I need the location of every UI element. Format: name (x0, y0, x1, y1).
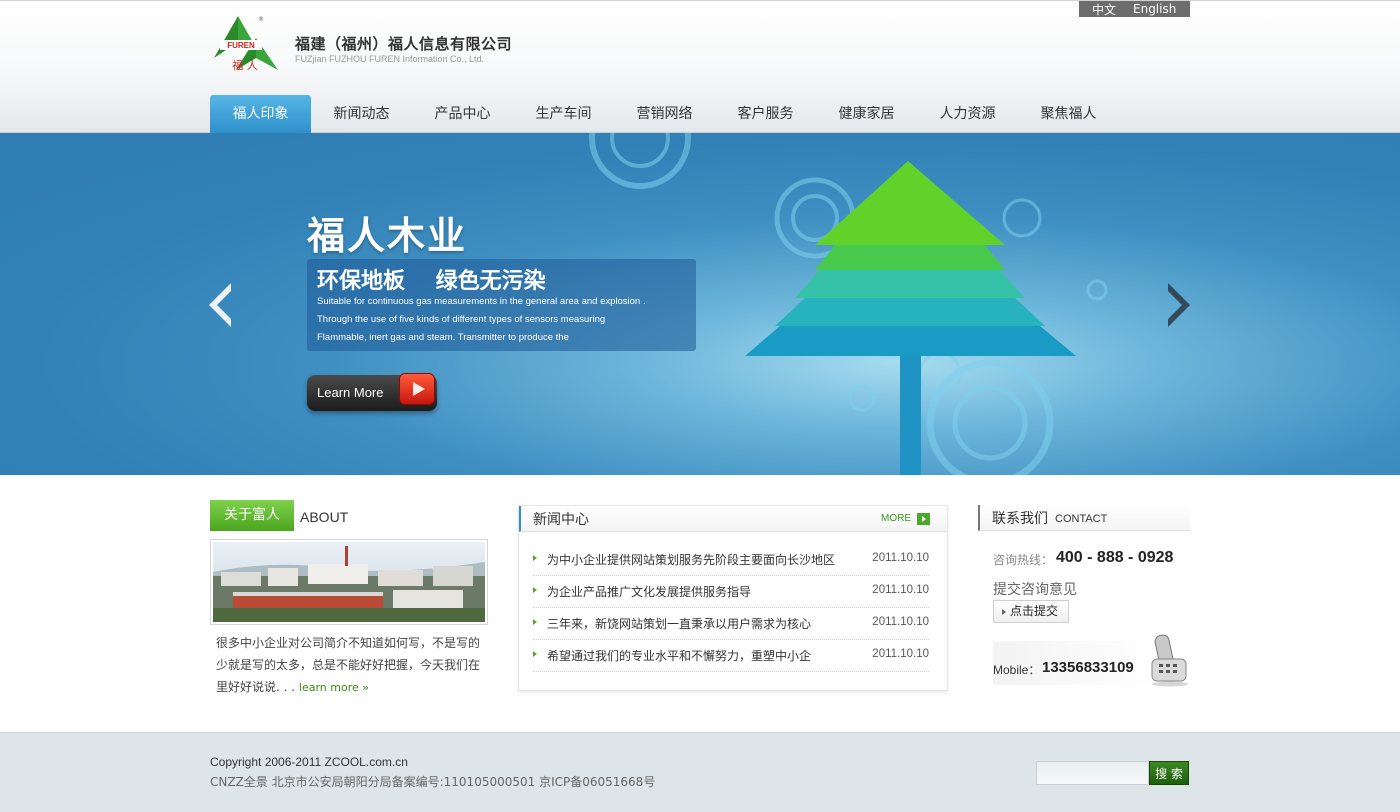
news-list: 为中小企业提供网站策划服务先阶段主要面向长沙地区 2011.10.10 为企业产… (533, 544, 929, 672)
hotline-label: 咨询热线： (993, 553, 1054, 567)
main-nav: 福人印象 新闻动态 产品中心 生产车间 营销网络 客户服务 健康家居 人力资源 … (210, 95, 1119, 134)
copyright-text: Copyright 2006-2011 ZCOOL.com.cn (210, 755, 408, 769)
mobile-label: Mobile： (993, 663, 1041, 677)
icp-text: CNZZ全景 北京市公安局朝阳分局备案编号:110105000501 京ICP备… (210, 775, 656, 789)
nav-item-news[interactable]: 新闻动态 (311, 95, 412, 134)
news-item-title[interactable]: 为中小企业提供网站策划服务先阶段主要面向长沙地区 (547, 551, 835, 568)
banner-desc-line: Flammable, inert gas and steam. Transmit… (317, 332, 569, 343)
news-header: 新闻中心 MORE (519, 506, 947, 532)
company-name-cn: 福建（福州）福人信息有限公司 (295, 35, 513, 53)
play-icon (399, 373, 435, 405)
bullet-icon (533, 619, 537, 625)
nav-item-products[interactable]: 产品中心 (412, 95, 513, 134)
news-item-date: 2011.10.10 (872, 648, 929, 660)
site-footer: Copyright 2006-2011 ZCOOL.com.cn CNZZ全景 … (0, 732, 1400, 812)
nav-item-focus[interactable]: 聚焦福人 (1018, 95, 1119, 134)
consult-label: 提交咨询意见 (993, 582, 1077, 598)
news-title: 新闻中心 (533, 512, 589, 528)
about-tab: 关于富人 (210, 500, 294, 531)
about-photo (210, 539, 488, 625)
learn-more-label: Learn More (317, 385, 384, 400)
language-switcher: 中文 English (1079, 1, 1190, 17)
banner-desc-line: Suitable for continuous gas measurements… (317, 296, 646, 307)
company-name-en: FUZjian FUZHOU FUREN Information Co., Lt… (295, 54, 485, 64)
nav-item-hr[interactable]: 人力资源 (917, 95, 1018, 134)
lang-english-link[interactable]: English (1127, 2, 1176, 16)
nav-item-workshop[interactable]: 生产车间 (513, 95, 614, 134)
banner-desc-line: Through the use of five kinds of differe… (317, 314, 606, 325)
news-item-date: 2011.10.10 (872, 552, 929, 564)
news-item-title[interactable]: 希望通过我们的专业水平和不懈努力，重塑中小企 (547, 647, 811, 664)
about-text: 很多中小企业对公司简介不知道如何写，不是写的少就是写的太多，总是不能好好把握，今… (216, 632, 488, 699)
company-logo[interactable]: FUREN 福 人 ® (210, 14, 282, 72)
mobile-row: Mobile： 13356833109 (993, 641, 1158, 685)
news-more-link[interactable]: MORE (881, 513, 911, 524)
nav-item-impression[interactable]: 福人印象 (210, 95, 311, 134)
news-list-item[interactable]: 为中小企业提供网站策划服务先阶段主要面向长沙地区 2011.10.10 (533, 544, 929, 576)
banner-text-box: 环保地板 绿色无污染 Suitable for continuous gas m… (307, 259, 696, 351)
mobile-number: 13356833109 (1042, 659, 1134, 676)
banner-subtitle: 环保地板 绿色无污染 (317, 269, 546, 294)
news-item-date: 2011.10.10 (872, 616, 929, 628)
news-item-title[interactable]: 三年来，新饶网站策划一直秉承以用户需求为核心 (547, 615, 811, 632)
bullet-icon (533, 555, 537, 561)
lang-chinese-link[interactable]: 中文 (1079, 1, 1127, 18)
contact-panel: 联系我们 CONTACT 咨询热线： 400 - 888 - 0928 提交咨询… (978, 505, 1190, 695)
logo-text: FUREN (227, 41, 255, 50)
more-arrow-icon[interactable] (917, 513, 930, 525)
hotline-number: 400 - 888 - 0928 (1056, 549, 1174, 566)
hero-banner: 福人木业 环保地板 绿色无污染 Suitable for continuous … (0, 133, 1400, 475)
contact-title: 联系我们 (992, 511, 1048, 527)
submit-inquiry-button[interactable]: 点击提交 (993, 600, 1069, 623)
contact-header: 联系我们 CONTACT (978, 505, 1190, 531)
banner-description: Suitable for continuous gas measurements… (317, 293, 645, 347)
contact-title-en: CONTACT (1055, 513, 1108, 525)
logo-cn-text: 福 人 (232, 58, 258, 72)
slider-next-arrow-icon[interactable] (1166, 283, 1190, 327)
news-panel: 新闻中心 MORE 为中小企业提供网站策划服务先阶段主要面向长沙地区 2011.… (518, 505, 948, 691)
nav-item-marketing[interactable]: 营销网络 (614, 95, 715, 134)
banner-title: 福人木业 (307, 214, 468, 258)
nav-item-home[interactable]: 健康家居 (816, 95, 917, 134)
nav-item-service[interactable]: 客户服务 (715, 95, 816, 134)
site-header: 中文 English FUREN 福 人 ® 福建（福州）福人信息有限公司 FU… (0, 0, 1400, 134)
registered-mark: ® (258, 16, 264, 23)
news-list-item[interactable]: 为企业产品推广文化发展提供服务指导 2011.10.10 (533, 576, 929, 608)
factory-image (213, 542, 485, 622)
news-item-title[interactable]: 为企业产品推广文化发展提供服务指导 (547, 583, 751, 600)
search-button[interactable]: 搜 索 (1149, 761, 1189, 785)
news-list-item[interactable]: 希望通过我们的专业水平和不懈努力，重塑中小企 2011.10.10 (533, 640, 929, 672)
about-learn-more-link[interactable]: learn more » (299, 681, 369, 694)
bullet-icon (533, 587, 537, 593)
telephone-icon (1151, 634, 1188, 687)
search-input[interactable] (1036, 761, 1149, 785)
about-title-en: ABOUT (300, 509, 349, 525)
bullet-icon (533, 651, 537, 657)
slider-prev-arrow-icon[interactable] (209, 283, 233, 327)
news-item-date: 2011.10.10 (872, 584, 929, 596)
learn-more-button[interactable]: Learn More (307, 373, 437, 411)
news-list-item[interactable]: 三年来，新饶网站策划一直秉承以用户需求为核心 2011.10.10 (533, 608, 929, 640)
